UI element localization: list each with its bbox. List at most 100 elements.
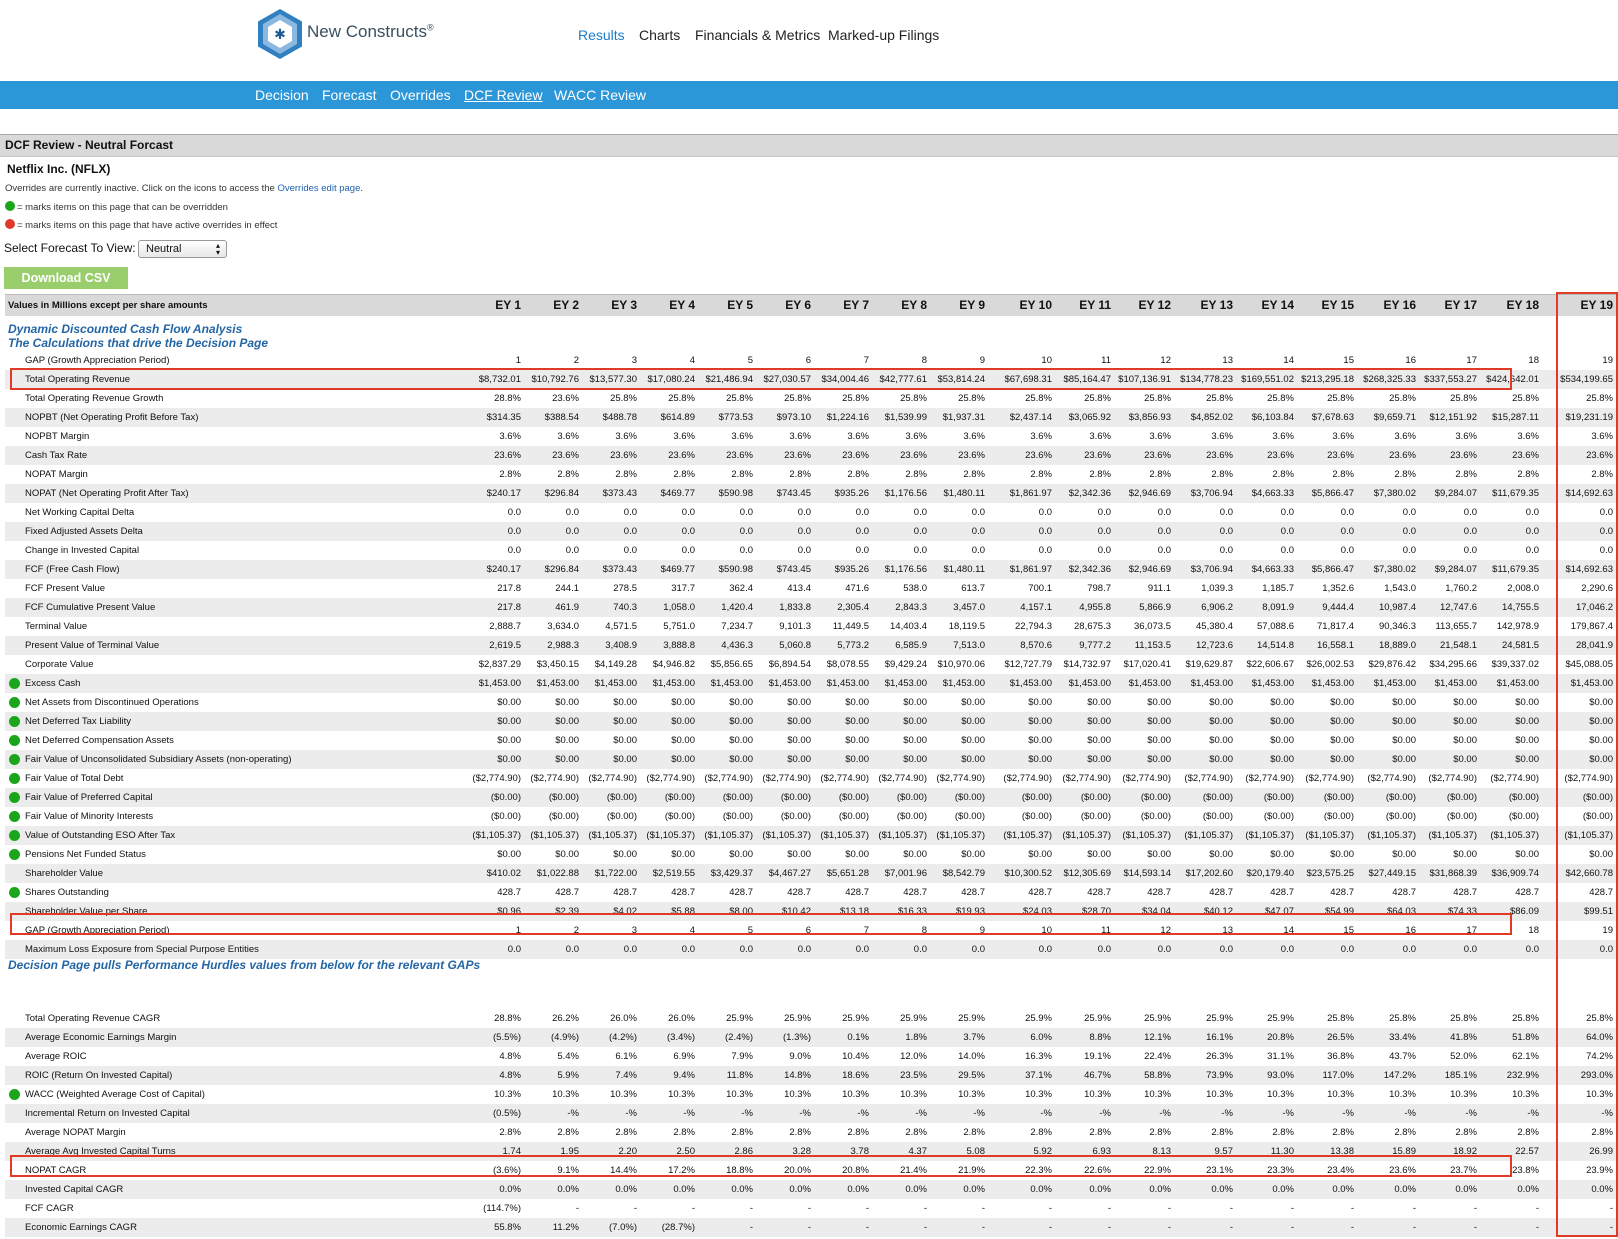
table-cell: $31,868.39 [1429, 868, 1477, 879]
override-dot-icon[interactable] [9, 773, 20, 784]
table-cell: ($1,105.37) [472, 830, 521, 841]
table-cell: 0.0 [623, 526, 637, 537]
table-cell: 0.0 [1097, 545, 1111, 556]
nav-results[interactable]: Results [578, 27, 625, 43]
table-cell: $0.00 [1515, 697, 1539, 708]
table-cell: 428.7 [1209, 887, 1233, 898]
subnav-wacc-review[interactable]: WACC Review [554, 87, 646, 103]
table-cell: $29,876.42 [1368, 659, 1416, 670]
download-csv-button[interactable]: Download CSV [4, 267, 128, 289]
year-header: EY 13 [1200, 298, 1233, 312]
subnav-decision[interactable]: Decision [255, 87, 309, 103]
table-cell: 2.8% [1455, 469, 1477, 480]
table-cell: 0.0 [971, 944, 985, 955]
table-cell: 0.0 [681, 545, 695, 556]
table-cell: 23.4% [1327, 1165, 1354, 1176]
table-cell: $590.98 [718, 488, 753, 499]
table-row: Maximum Loss Exposure from Special Purpo… [5, 940, 1618, 959]
override-dot-icon[interactable] [9, 735, 20, 746]
override-dot-icon[interactable] [9, 792, 20, 803]
override-dot-icon[interactable] [9, 678, 20, 689]
table-cell: 10.3% [958, 1089, 985, 1100]
new-constructs-logo-icon[interactable]: ✱ [257, 8, 303, 60]
table-cell: 428.7 [1147, 887, 1171, 898]
nav-marked-up-filings[interactable]: Marked-up Filings [828, 27, 939, 43]
table-cell: -% [1282, 1108, 1294, 1119]
year-header: EY 11 [1079, 298, 1111, 312]
table-cell: 0.0 [565, 526, 579, 537]
override-dot-icon[interactable] [9, 716, 20, 727]
table-cell: ($1,105.37) [1062, 830, 1111, 841]
table-cell: $314.35 [486, 412, 521, 423]
table-cell: 23.6% [1025, 450, 1052, 461]
table-cell: $1,453.00 [1496, 678, 1539, 689]
override-dot-icon[interactable] [9, 830, 20, 841]
table-cell: $0.00 [1392, 697, 1416, 708]
table-cell: 4 [689, 925, 695, 936]
table-cell: $19,231.19 [1565, 412, 1613, 423]
table-cell: 428.7 [671, 887, 695, 898]
table-cell: 23.6% [1586, 450, 1613, 461]
nav-financials-metrics[interactable]: Financials & Metrics [695, 27, 820, 43]
overrides-edit-link[interactable]: Overrides edit page [277, 183, 360, 194]
table-cell: $0.00 [497, 849, 521, 860]
table-cell: ($2,774.90) [1245, 773, 1294, 784]
override-dot-icon[interactable] [9, 697, 20, 708]
table-cell: 20.0% [784, 1165, 811, 1176]
table-cell: $2,342.36 [1068, 488, 1111, 499]
table-cell: $0.00 [1209, 697, 1233, 708]
override-dot-icon[interactable] [9, 1089, 20, 1100]
table-cell: $4,467.27 [768, 868, 811, 879]
table-cell: $1,453.00 [768, 678, 811, 689]
table-cell: 11.30 [1270, 1146, 1294, 1157]
table-cell: 25.8% [1327, 1013, 1354, 1024]
table-cell: 25.9% [900, 1013, 927, 1024]
table-cell: 23.6% [1389, 1165, 1416, 1176]
table-cell: 23.6% [900, 450, 927, 461]
table-cell: - [1412, 1222, 1416, 1233]
table-cell: 0.0% [1272, 1184, 1294, 1195]
table-cell: 0.0 [1525, 526, 1539, 537]
table-cell: $0.00 [845, 716, 869, 727]
row-label: Excess Cash [25, 678, 81, 689]
table-cell: ($1,105.37) [1003, 830, 1052, 841]
table-cell: $67,698.31 [1004, 374, 1052, 385]
override-dot-icon[interactable] [9, 887, 20, 898]
table-cell: 2.50 [676, 1146, 696, 1157]
brand-name[interactable]: New Constructs® [307, 22, 434, 42]
table-cell: 0.0 [681, 526, 695, 537]
table-cell: 16 [1405, 925, 1416, 936]
table-cell: $3,856.93 [1128, 412, 1171, 423]
table-cell: 23.6% [1144, 450, 1171, 461]
subnav-dcf-review[interactable]: DCF Review [464, 87, 543, 103]
table-cell: 51.8% [1512, 1032, 1539, 1043]
table-cell: $0.00 [1087, 716, 1111, 727]
subnav-forecast[interactable]: Forecast [322, 87, 376, 103]
table-cell: $0.00 [613, 735, 637, 746]
table-cell: $0.00 [1392, 754, 1416, 765]
table-cell: $0.00 [903, 849, 927, 860]
subnav-overrides[interactable]: Overrides [390, 87, 451, 103]
table-cell: 43.7% [1389, 1051, 1416, 1062]
table-cell: 16.3% [1025, 1051, 1052, 1062]
table-cell: 278.5 [613, 583, 637, 594]
override-dot-icon[interactable] [9, 754, 20, 765]
table-cell: 0.0 [1463, 944, 1477, 955]
override-dot-icon[interactable] [9, 811, 20, 822]
table-cell: 2.8% [1272, 1127, 1294, 1138]
forecast-select[interactable]: Neutral ▴ ▾ [138, 240, 227, 258]
table-cell: - [1167, 1203, 1171, 1214]
table-cell: ($1,105.37) [1564, 830, 1613, 841]
nav-charts[interactable]: Charts [639, 27, 680, 43]
row-label: Economic Earnings CAGR [25, 1222, 137, 1233]
table-cell: 5,060.8 [779, 640, 811, 651]
table-cell: 2.8% [1030, 1127, 1052, 1138]
override-dot-icon[interactable] [9, 849, 20, 860]
table-cell: ($2,774.90) [472, 773, 521, 784]
table-cell: 3.6% [847, 431, 869, 442]
select-arrows-icon: ▴ ▾ [215, 241, 220, 257]
table-cell: $0.00 [1028, 716, 1052, 727]
table-cell: $14,593.14 [1123, 868, 1171, 879]
table-cell: $40.12 [1203, 906, 1233, 917]
table-cell: $1,453.00 [1009, 678, 1052, 689]
